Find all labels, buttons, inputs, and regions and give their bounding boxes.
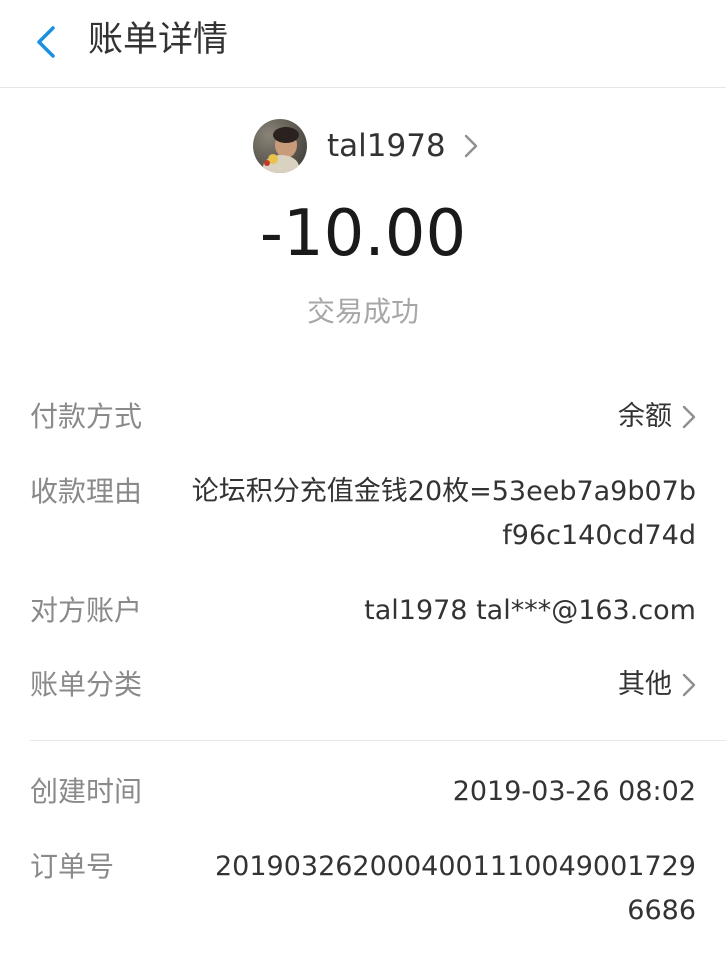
payment-method-value: 余额 <box>618 401 672 432</box>
chevron-left-icon <box>37 26 55 58</box>
page-title: 账单详情 <box>88 20 229 60</box>
counterparty-name: tal1978 <box>327 128 446 164</box>
transaction-status: 交易成功 <box>306 295 419 328</box>
created-time-value: 2019-03-26 08:02 <box>452 776 696 807</box>
order-number-row: 订单号 2019032620004001110049001729 6686 <box>30 845 696 933</box>
payment-method-label: 付款方式 <box>30 400 143 433</box>
bill-category-value: 其他 <box>618 669 672 700</box>
back-button[interactable] <box>24 20 68 64</box>
created-time-label: 创建时间 <box>30 775 143 808</box>
counterparty-profile-link[interactable]: tal1978 <box>253 118 478 174</box>
payment-method-row[interactable]: 付款方式 余额 <box>30 395 696 439</box>
payment-reason-label: 收款理由 <box>30 475 143 508</box>
order-number-value: 2019032620004001110049001729 6686 <box>215 851 696 926</box>
counterparty-account-value: tal1978 tal***@163.com <box>364 595 696 626</box>
counterparty-account-row: 对方账户 tal1978 tal***@163.com <box>30 589 696 633</box>
chevron-right-icon <box>682 673 696 697</box>
transaction-amount: -10.00 <box>259 197 467 271</box>
payment-method-value-wrap: 余额 <box>170 395 696 439</box>
payment-reason-value: 论坛积分充值金钱20枚=53eeb7a9b07bf96c140cd74d <box>191 476 696 551</box>
chevron-right-icon <box>464 134 478 158</box>
chevron-right-icon <box>682 405 696 429</box>
order-number-label: 订单号 <box>30 850 115 883</box>
section-divider <box>30 740 726 741</box>
avatar <box>253 119 307 173</box>
bill-category-value-wrap: 其他 <box>170 663 696 707</box>
created-time-row: 创建时间 2019-03-26 08:02 <box>30 770 696 814</box>
title-bar: 账单详情 <box>0 0 726 88</box>
bill-category-row[interactable]: 账单分类 其他 <box>30 663 696 707</box>
counterparty-account-label: 对方账户 <box>30 594 143 627</box>
bill-category-label: 账单分类 <box>30 668 143 701</box>
payment-reason-row: 收款理由 论坛积分充值金钱20枚=53eeb7a9b07bf96c140cd74… <box>30 470 696 558</box>
